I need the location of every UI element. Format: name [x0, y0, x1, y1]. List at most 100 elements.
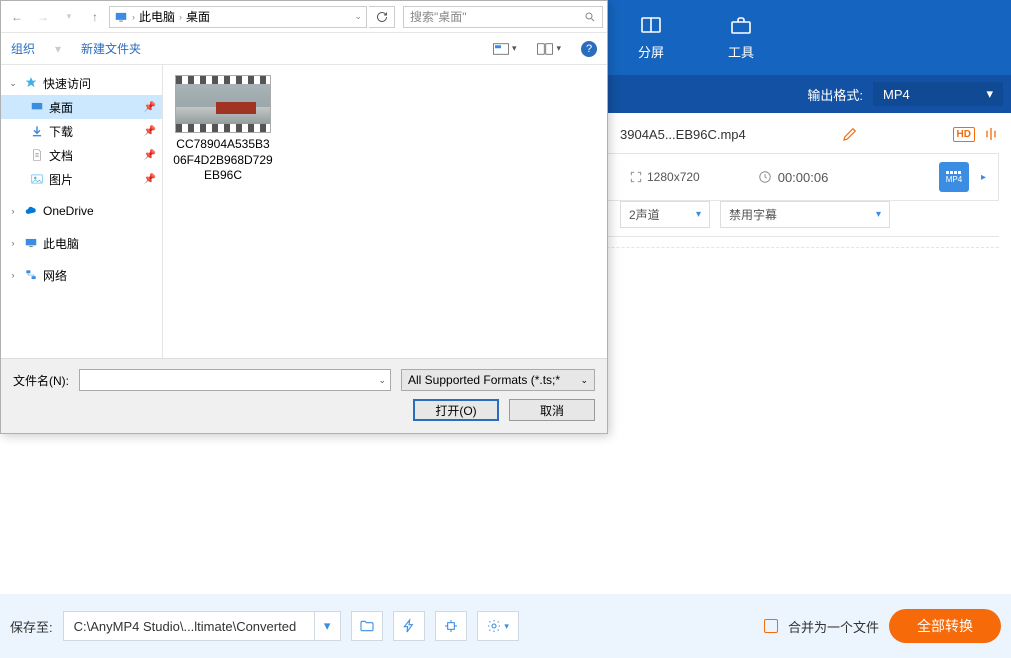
cancel-button[interactable]: 取消 — [509, 399, 595, 421]
chevron-down-icon: ▾ — [696, 209, 701, 220]
dialog-footer: 文件名(N): ⌄ All Supported Formats (*.ts;* … — [1, 358, 607, 433]
bolt-icon — [401, 618, 417, 634]
nav-up-button[interactable]: ↑ — [83, 5, 107, 29]
cpu-button[interactable] — [435, 611, 467, 641]
search-input[interactable]: 搜索"桌面" — [403, 6, 603, 28]
tree-label: 图片 — [49, 171, 73, 188]
chevron-down-icon[interactable]: ⌄ — [354, 11, 362, 22]
titlebar-tools-label: 工具 — [728, 42, 754, 61]
pin-icon: 📌 — [144, 150, 156, 161]
clock-icon — [758, 170, 772, 184]
network-icon — [23, 267, 39, 283]
path-dropdown[interactable]: ▾ — [314, 612, 340, 640]
tree-quick-access[interactable]: ⌄ 快速访问 — [1, 71, 162, 95]
hw-accel-button[interactable] — [393, 611, 425, 641]
output-format-value: MP4 — [883, 87, 910, 102]
file-name: 3904A5...EB96C.mp4 — [620, 127, 829, 142]
video-thumbnail — [175, 75, 271, 133]
chevron-down-icon: ▾ — [876, 209, 881, 220]
expand-icon — [629, 170, 643, 184]
open-button[interactable]: 打开(O) — [413, 399, 499, 421]
chevron-right-icon[interactable]: ▸ — [981, 172, 986, 183]
bottom-bar: 保存至: C:\AnyMP4 Studio\...ltimate\Convert… — [0, 594, 1011, 658]
subtitle-select[interactable]: 禁用字幕 ▾ — [720, 201, 890, 228]
cloud-icon — [23, 203, 39, 219]
tree-desktop[interactable]: 桌面 📌 — [1, 95, 162, 119]
collapse-icon[interactable]: ⌄ — [7, 78, 19, 89]
file-item-name: CC78904A535B306F4D2B968D729EB96C — [173, 137, 273, 184]
pencil-icon — [841, 125, 859, 143]
tree-pictures[interactable]: 图片 📌 — [1, 167, 162, 191]
organize-menu[interactable]: 组织 — [11, 40, 35, 57]
folder-tree[interactable]: ⌄ 快速访问 桌面 📌 下载 📌 文档 📌 — [1, 65, 163, 358]
tree-label: 文档 — [49, 147, 73, 164]
tree-documents[interactable]: 文档 📌 — [1, 143, 162, 167]
audio-select[interactable]: 2声道 ▾ — [620, 201, 710, 228]
convert-all-label: 全部转换 — [917, 616, 973, 636]
convert-all-button[interactable]: 全部转换 — [889, 609, 1001, 643]
picture-icon — [29, 171, 45, 187]
cancel-label: 取消 — [540, 402, 564, 419]
pin-icon: 📌 — [144, 102, 156, 113]
format-profile-button[interactable]: MP4 — [939, 162, 969, 192]
tree-label: 此电脑 — [43, 235, 79, 252]
titlebar-split[interactable]: 分屏 — [606, 14, 696, 61]
breadcrumb-thispc[interactable]: 此电脑 — [139, 8, 175, 25]
tree-label: 桌面 — [49, 99, 73, 116]
view-mode-button[interactable]: ▾ — [492, 42, 517, 56]
file-type-filter[interactable]: All Supported Formats (*.ts;* ⌄ — [401, 369, 595, 391]
search-placeholder: 搜索"桌面" — [410, 8, 467, 25]
duration-meta: 00:00:06 — [758, 170, 829, 185]
preview-button[interactable]: ▾ — [536, 42, 561, 56]
trim-icon[interactable] — [983, 126, 999, 142]
pin-icon: 📌 — [144, 174, 156, 185]
titlebar-tools[interactable]: 工具 — [696, 14, 786, 61]
tree-label: 网络 — [43, 267, 67, 284]
preview-icon — [536, 42, 554, 56]
address-bar[interactable]: › 此电脑 › 桌面 ⌄ — [109, 6, 367, 28]
nav-recent-button[interactable]: ▾ — [57, 5, 81, 29]
toolbox-icon — [729, 14, 753, 38]
save-path-box[interactable]: C:\AnyMP4 Studio\...ltimate\Converted ▾ — [63, 611, 341, 641]
nav-forward-button[interactable]: → — [31, 5, 55, 29]
edit-name-button[interactable] — [841, 125, 859, 143]
expand-icon[interactable]: › — [7, 270, 19, 280]
refresh-button[interactable] — [369, 6, 395, 28]
tree-downloads[interactable]: 下载 📌 — [1, 119, 162, 143]
breadcrumb-sep: › — [132, 12, 135, 22]
resolution-value: 1280x720 — [647, 170, 700, 184]
search-icon — [584, 11, 596, 23]
tree-network[interactable]: › 网络 — [1, 263, 162, 287]
desktop-icon — [29, 99, 45, 115]
expand-icon[interactable]: › — [7, 238, 19, 248]
download-icon — [29, 123, 45, 139]
open-folder-button[interactable] — [351, 611, 383, 641]
merge-checkbox[interactable] — [764, 619, 778, 633]
duration-value: 00:00:06 — [778, 170, 829, 185]
pin-icon: 📌 — [144, 126, 156, 137]
settings-button[interactable]: ▾ — [477, 611, 519, 641]
save-path-value: C:\AnyMP4 Studio\...ltimate\Converted — [64, 619, 314, 634]
star-icon — [23, 75, 39, 91]
tree-onedrive[interactable]: › OneDrive — [1, 199, 162, 223]
view-icon — [492, 42, 510, 56]
breadcrumb-desktop[interactable]: 桌面 — [186, 8, 210, 25]
folder-icon — [359, 618, 375, 634]
output-format-select[interactable]: MP4 ▾ — [873, 82, 1003, 106]
file-grid[interactable]: CC78904A535B306F4D2B968D729EB96C — [163, 65, 607, 358]
file-item[interactable]: CC78904A535B306F4D2B968D729EB96C — [173, 75, 273, 184]
chevron-down-icon[interactable]: ⌄ — [378, 375, 386, 386]
file-open-dialog: ← → ▾ ↑ › 此电脑 › 桌面 ⌄ 搜索"桌面" 组织 ▾ 新建文件夹 ▾ — [0, 0, 608, 434]
new-folder-button[interactable]: 新建文件夹 — [81, 40, 141, 57]
help-button[interactable]: ? — [581, 41, 597, 57]
dialog-navbar: ← → ▾ ↑ › 此电脑 › 桌面 ⌄ 搜索"桌面" — [1, 1, 607, 33]
monitor-icon — [23, 235, 39, 251]
resolution-meta: 1280x720 — [621, 166, 708, 188]
tree-thispc[interactable]: › 此电脑 — [1, 231, 162, 255]
filename-input[interactable]: ⌄ — [79, 369, 391, 391]
expand-icon[interactable]: › — [7, 206, 19, 216]
filter-value: All Supported Formats (*.ts;* — [408, 373, 560, 387]
nav-back-button[interactable]: ← — [5, 5, 29, 29]
dialog-toolbar: 组织 ▾ 新建文件夹 ▾ ▾ ? — [1, 33, 607, 65]
dialog-body: ⌄ 快速访问 桌面 📌 下载 📌 文档 📌 — [1, 65, 607, 358]
